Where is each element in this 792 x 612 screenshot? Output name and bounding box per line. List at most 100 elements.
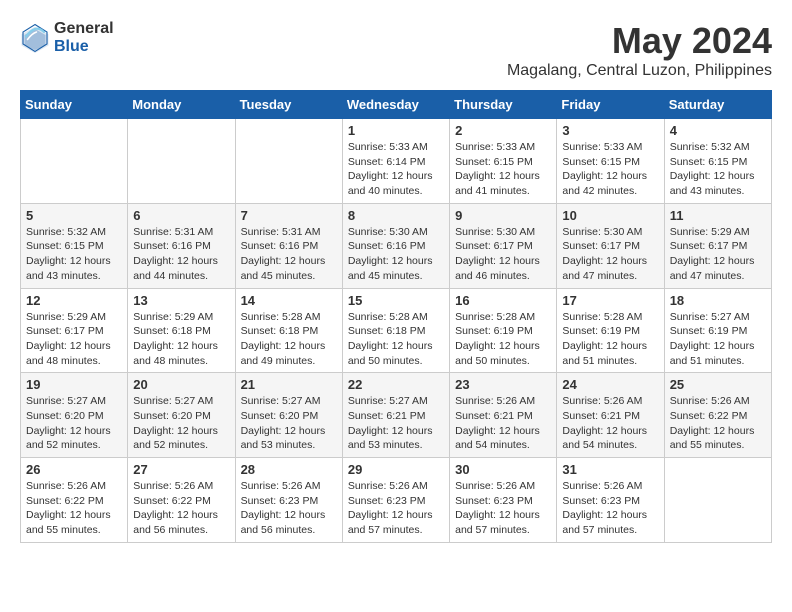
location-title: Magalang, Central Luzon, Philippines	[507, 62, 772, 80]
day-info: Sunrise: 5:28 AM Sunset: 6:18 PM Dayligh…	[241, 310, 337, 369]
day-number: 31	[562, 462, 658, 477]
day-number: 6	[133, 208, 229, 223]
day-info: Sunrise: 5:33 AM Sunset: 6:15 PM Dayligh…	[562, 140, 658, 199]
calendar-week-row: 1Sunrise: 5:33 AM Sunset: 6:14 PM Daylig…	[21, 119, 772, 204]
logo-general-text: General	[54, 20, 114, 38]
calendar-day-cell: 2Sunrise: 5:33 AM Sunset: 6:15 PM Daylig…	[450, 119, 557, 204]
weekday-header-row: SundayMondayTuesdayWednesdayThursdayFrid…	[21, 91, 772, 119]
calendar-day-cell: 26Sunrise: 5:26 AM Sunset: 6:22 PM Dayli…	[21, 458, 128, 543]
title-block: May 2024 Magalang, Central Luzon, Philip…	[507, 20, 772, 80]
calendar-day-cell: 12 Sunrise: 5:29 AM Sunset: 6:17 PM Dayli…	[21, 288, 128, 373]
day-info: Sunrise: 5:30 AM Sunset: 6:17 PM Dayligh…	[562, 225, 658, 284]
logo-icon	[20, 23, 50, 53]
weekday-header-friday: Friday	[557, 91, 664, 119]
calendar-day-cell: 13 Sunrise: 5:29 AM Sunset: 6:18 PM Dayli…	[128, 288, 235, 373]
day-number: 28	[241, 462, 337, 477]
weekday-header-sunday: Sunday	[21, 91, 128, 119]
logo[interactable]: General Blue	[20, 20, 114, 55]
calendar-week-row: 19 Sunrise: 5:27 AM Sunset: 6:20 PM Dayli…	[21, 373, 772, 458]
day-info: Sunrise: 5:31 AM Sunset: 6:16 PM Dayligh…	[133, 225, 229, 284]
day-number: 8	[348, 208, 444, 223]
day-info: Sunrise: 5:33 AM Sunset: 6:14 PM Dayligh…	[348, 140, 444, 199]
day-number: 19	[26, 377, 122, 392]
calendar-day-cell: 29 Sunrise: 5:26 AM Sunset: 6:23 PM Dayli…	[342, 458, 449, 543]
day-info: Sunrise: 5:27 AM Sunset: 6:20 PM Dayligh…	[26, 394, 122, 453]
logo-text: General Blue	[54, 20, 114, 55]
calendar-week-row: 5 Sunrise: 5:32 AM Sunset: 6:15 PM Daylig…	[21, 203, 772, 288]
calendar-day-cell: 19 Sunrise: 5:27 AM Sunset: 6:20 PM Dayli…	[21, 373, 128, 458]
calendar-day-cell: 28Sunrise: 5:26 AM Sunset: 6:23 PM Dayli…	[235, 458, 342, 543]
day-info: Sunrise: 5:29 AM Sunset: 6:18 PM Dayligh…	[133, 310, 229, 369]
day-info: Sunrise: 5:26 AM Sunset: 6:22 PM Dayligh…	[670, 394, 766, 453]
day-info: Sunrise: 5:30 AM Sunset: 6:16 PM Dayligh…	[348, 225, 444, 284]
calendar-day-cell: 18Sunrise: 5:27 AM Sunset: 6:19 PM Dayli…	[664, 288, 771, 373]
calendar-day-cell: 11 Sunrise: 5:29 AM Sunset: 6:17 PM Dayli…	[664, 203, 771, 288]
day-info: Sunrise: 5:32 AM Sunset: 6:15 PM Dayligh…	[26, 225, 122, 284]
day-number: 10	[562, 208, 658, 223]
day-number: 12	[26, 293, 122, 308]
logo-blue-text: Blue	[54, 38, 114, 56]
day-number: 15	[348, 293, 444, 308]
calendar-day-cell: 6 Sunrise: 5:31 AM Sunset: 6:16 PM Daylig…	[128, 203, 235, 288]
day-number: 13	[133, 293, 229, 308]
day-number: 20	[133, 377, 229, 392]
calendar-day-cell: 31Sunrise: 5:26 AM Sunset: 6:23 PM Dayli…	[557, 458, 664, 543]
day-number: 17	[562, 293, 658, 308]
day-info: Sunrise: 5:32 AM Sunset: 6:15 PM Dayligh…	[670, 140, 766, 199]
day-info: Sunrise: 5:26 AM Sunset: 6:22 PM Dayligh…	[133, 479, 229, 538]
day-number: 2	[455, 123, 551, 138]
calendar-day-cell: 30 Sunrise: 5:26 AM Sunset: 6:23 PM Dayli…	[450, 458, 557, 543]
day-number: 5	[26, 208, 122, 223]
calendar-day-cell: 22Sunrise: 5:27 AM Sunset: 6:21 PM Dayli…	[342, 373, 449, 458]
calendar-day-cell	[235, 119, 342, 204]
calendar-day-cell: 17 Sunrise: 5:28 AM Sunset: 6:19 PM Dayli…	[557, 288, 664, 373]
month-title: May 2024	[507, 20, 772, 62]
day-info: Sunrise: 5:26 AM Sunset: 6:23 PM Dayligh…	[455, 479, 551, 538]
day-number: 24	[562, 377, 658, 392]
calendar-day-cell: 1Sunrise: 5:33 AM Sunset: 6:14 PM Daylig…	[342, 119, 449, 204]
day-info: Sunrise: 5:31 AM Sunset: 6:16 PM Dayligh…	[241, 225, 337, 284]
day-number: 7	[241, 208, 337, 223]
calendar-day-cell: 5 Sunrise: 5:32 AM Sunset: 6:15 PM Daylig…	[21, 203, 128, 288]
calendar-day-cell: 9 Sunrise: 5:30 AM Sunset: 6:17 PM Daylig…	[450, 203, 557, 288]
weekday-header-saturday: Saturday	[664, 91, 771, 119]
calendar-day-cell: 8 Sunrise: 5:30 AM Sunset: 6:16 PM Daylig…	[342, 203, 449, 288]
calendar-day-cell: 4Sunrise: 5:32 AM Sunset: 6:15 PM Daylig…	[664, 119, 771, 204]
day-info: Sunrise: 5:26 AM Sunset: 6:21 PM Dayligh…	[562, 394, 658, 453]
day-number: 27	[133, 462, 229, 477]
day-number: 9	[455, 208, 551, 223]
day-number: 25	[670, 377, 766, 392]
weekday-header-thursday: Thursday	[450, 91, 557, 119]
calendar-day-cell	[128, 119, 235, 204]
calendar-week-row: 12 Sunrise: 5:29 AM Sunset: 6:17 PM Dayli…	[21, 288, 772, 373]
day-info: Sunrise: 5:27 AM Sunset: 6:20 PM Dayligh…	[133, 394, 229, 453]
page-header: General Blue May 2024 Magalang, Central …	[20, 20, 772, 80]
calendar-day-cell: 3 Sunrise: 5:33 AM Sunset: 6:15 PM Daylig…	[557, 119, 664, 204]
calendar-day-cell: 15Sunrise: 5:28 AM Sunset: 6:18 PM Dayli…	[342, 288, 449, 373]
day-number: 30	[455, 462, 551, 477]
day-number: 29	[348, 462, 444, 477]
day-info: Sunrise: 5:29 AM Sunset: 6:17 PM Dayligh…	[26, 310, 122, 369]
calendar-day-cell: 23 Sunrise: 5:26 AM Sunset: 6:21 PM Dayli…	[450, 373, 557, 458]
day-number: 21	[241, 377, 337, 392]
day-info: Sunrise: 5:28 AM Sunset: 6:19 PM Dayligh…	[455, 310, 551, 369]
weekday-header-wednesday: Wednesday	[342, 91, 449, 119]
calendar-week-row: 26Sunrise: 5:26 AM Sunset: 6:22 PM Dayli…	[21, 458, 772, 543]
calendar-day-cell: 14Sunrise: 5:28 AM Sunset: 6:18 PM Dayli…	[235, 288, 342, 373]
calendar-day-cell	[664, 458, 771, 543]
day-info: Sunrise: 5:26 AM Sunset: 6:21 PM Dayligh…	[455, 394, 551, 453]
day-info: Sunrise: 5:27 AM Sunset: 6:19 PM Dayligh…	[670, 310, 766, 369]
day-number: 3	[562, 123, 658, 138]
calendar-day-cell	[21, 119, 128, 204]
day-number: 23	[455, 377, 551, 392]
weekday-header-tuesday: Tuesday	[235, 91, 342, 119]
day-info: Sunrise: 5:26 AM Sunset: 6:23 PM Dayligh…	[348, 479, 444, 538]
day-info: Sunrise: 5:30 AM Sunset: 6:17 PM Dayligh…	[455, 225, 551, 284]
weekday-header-monday: Monday	[128, 91, 235, 119]
day-info: Sunrise: 5:28 AM Sunset: 6:19 PM Dayligh…	[562, 310, 658, 369]
day-info: Sunrise: 5:29 AM Sunset: 6:17 PM Dayligh…	[670, 225, 766, 284]
calendar-day-cell: 21 Sunrise: 5:27 AM Sunset: 6:20 PM Dayli…	[235, 373, 342, 458]
day-info: Sunrise: 5:27 AM Sunset: 6:20 PM Dayligh…	[241, 394, 337, 453]
day-number: 11	[670, 208, 766, 223]
day-info: Sunrise: 5:26 AM Sunset: 6:22 PM Dayligh…	[26, 479, 122, 538]
